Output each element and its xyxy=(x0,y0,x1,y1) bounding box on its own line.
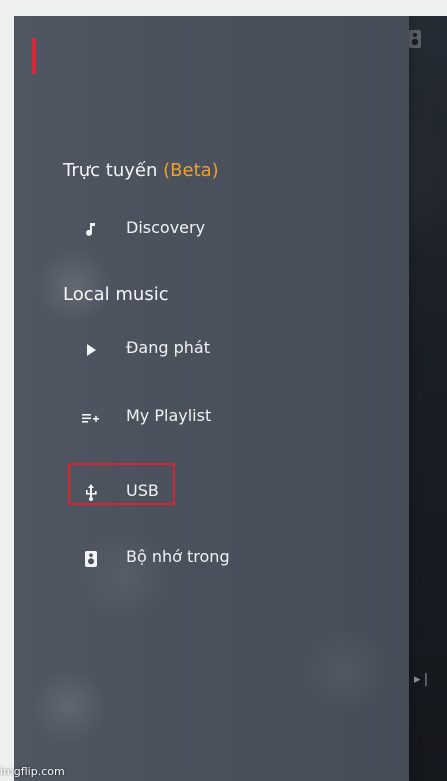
app-frame: ▸❘ Trực tuyến (Beta) Discovery Local mus… xyxy=(14,16,447,781)
section-online-title: Trực tuyến (Beta) xyxy=(63,160,219,182)
menu-item-my-playlist[interactable]: My Playlist xyxy=(67,399,322,433)
navigation-drawer: Trực tuyến (Beta) Discovery Local music … xyxy=(14,16,409,781)
menu-item-usb[interactable]: USB xyxy=(67,474,322,508)
menu-item-label: My Playlist xyxy=(126,406,212,425)
speaker-icon[interactable] xyxy=(408,29,422,49)
beta-badge: (Beta) xyxy=(163,160,219,181)
menu-item-label: Đang phát xyxy=(126,338,210,357)
menu-item-now-playing[interactable]: Đang phát xyxy=(67,331,322,365)
music-note-icon xyxy=(81,218,101,238)
play-icon xyxy=(81,338,101,358)
section-local-title: Local music xyxy=(63,284,169,306)
drawer-marker xyxy=(32,38,36,74)
menu-item-label: Discovery xyxy=(126,218,206,237)
speaker-icon xyxy=(81,547,101,567)
menu-item-label: Bộ nhớ trong xyxy=(126,547,230,566)
section-local-label: Local music xyxy=(63,284,169,305)
usb-icon xyxy=(81,481,101,501)
menu-item-discovery[interactable]: Discovery xyxy=(67,211,322,245)
watermark: imgflip.com xyxy=(0,765,65,778)
playlist-add-icon xyxy=(81,406,101,426)
skip-next-icon[interactable]: ▸❘ xyxy=(414,673,431,687)
menu-item-internal-storage[interactable]: Bộ nhớ trong xyxy=(67,540,322,574)
section-online-label: Trực tuyến xyxy=(63,160,158,181)
menu-item-label: USB xyxy=(126,481,159,500)
